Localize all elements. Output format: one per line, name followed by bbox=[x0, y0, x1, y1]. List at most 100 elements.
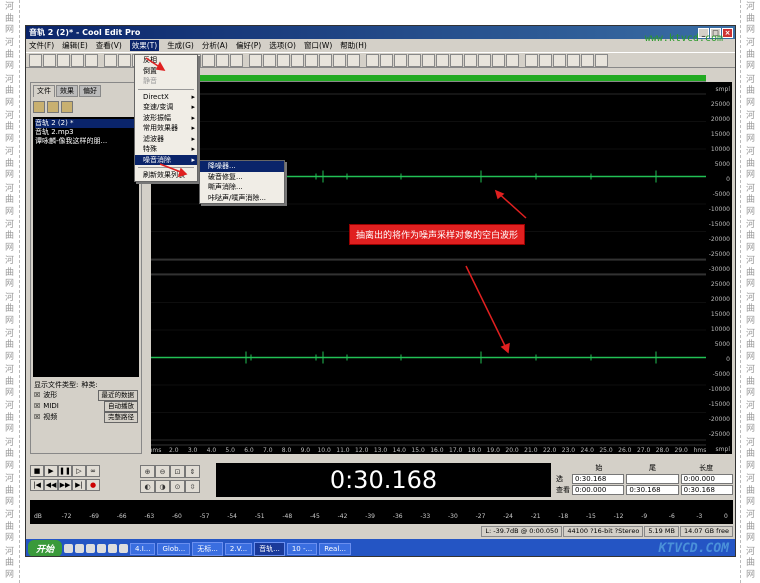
toolbar-icon[interactable] bbox=[57, 53, 70, 67]
toolbar-icon[interactable] bbox=[581, 53, 594, 67]
sel-end-field[interactable] bbox=[626, 474, 679, 484]
toolbar-icon[interactable] bbox=[29, 53, 42, 67]
taskbar-task[interactable]: 4.I... bbox=[130, 542, 156, 555]
noise-item[interactable]: 破音修复... bbox=[200, 172, 284, 183]
zoom-vertical-icon[interactable]: ⇕ bbox=[185, 465, 200, 478]
toolbar-icon[interactable] bbox=[291, 53, 304, 67]
toolbar-icon[interactable] bbox=[464, 53, 477, 67]
toolbar-icon[interactable] bbox=[347, 53, 360, 67]
toolbar-icon[interactable] bbox=[202, 53, 215, 67]
effects-item[interactable]: 噪音消除 ▸ bbox=[135, 154, 197, 165]
view-begin-field[interactable]: 0:00.000 bbox=[572, 485, 625, 495]
toolbar-icon[interactable] bbox=[595, 53, 608, 67]
taskbar-task[interactable]: 无标... bbox=[192, 541, 223, 556]
toolbar-icon[interactable] bbox=[85, 53, 98, 67]
go-start-icon[interactable]: |◀ bbox=[30, 479, 44, 491]
noise-item[interactable]: 嘶声消除... bbox=[200, 182, 284, 193]
toolbar-icon[interactable] bbox=[478, 53, 491, 67]
toolbar-icon[interactable] bbox=[506, 53, 519, 67]
taskbar-task[interactable]: Real... bbox=[319, 542, 351, 555]
toolbar-icon[interactable] bbox=[525, 53, 538, 67]
menu-2[interactable]: 查看(V) bbox=[96, 40, 122, 51]
close-button[interactable]: × bbox=[722, 27, 733, 38]
quicklaunch-icon[interactable] bbox=[119, 544, 129, 553]
effects-item[interactable]: 常用效果器 ▸ bbox=[135, 123, 197, 134]
menu-1[interactable]: 编辑(E) bbox=[62, 40, 88, 51]
effects-item[interactable]: 刷新效果列表 bbox=[135, 170, 197, 181]
toolbar-icon[interactable] bbox=[366, 53, 379, 67]
play-to-end-icon[interactable]: ▷ bbox=[72, 465, 86, 477]
effects-item[interactable]: 变速/变调 ▸ bbox=[135, 102, 197, 113]
view-end-field[interactable]: 0:30.168 bbox=[626, 485, 679, 495]
full-path-button[interactable]: 完整路径 bbox=[104, 412, 138, 423]
toolbar-icon[interactable] bbox=[305, 53, 318, 67]
file-item[interactable]: 音轨 2.mp3 bbox=[35, 128, 137, 137]
sort-select[interactable]: 最近的数据 bbox=[97, 390, 138, 401]
toolbar-icon[interactable] bbox=[118, 53, 131, 67]
toolbar-icon[interactable] bbox=[277, 53, 290, 67]
toolbar-icon[interactable] bbox=[553, 53, 566, 67]
toolbar-icon[interactable] bbox=[539, 53, 552, 67]
effects-item[interactable]: 特殊 ▸ bbox=[135, 144, 197, 155]
zoom-left-icon[interactable]: ◐ bbox=[140, 480, 155, 493]
open-file-icon[interactable] bbox=[33, 101, 45, 113]
menu-6[interactable]: 偏好(P) bbox=[236, 40, 261, 51]
effects-item[interactable]: 波形振幅 ▸ bbox=[135, 113, 197, 124]
go-end-icon[interactable]: ▶| bbox=[72, 479, 86, 491]
menu-8[interactable]: 窗口(W) bbox=[304, 40, 332, 51]
waveform-display[interactable]: hms 2.0 3.0 4.0 5.0 6.0 7.0 8.0 9.0 10.0 11.0 12.0 1… bbox=[149, 82, 706, 454]
record-icon[interactable]: ● bbox=[86, 479, 100, 491]
menu-4[interactable]: 生成(G) bbox=[167, 40, 194, 51]
close-file-icon[interactable] bbox=[47, 101, 59, 113]
toolbar-icon[interactable] bbox=[319, 53, 332, 67]
file-item[interactable]: 谭咏麟-像我这样的朋... bbox=[35, 137, 137, 146]
loop-icon[interactable]: ∞ bbox=[86, 465, 100, 477]
checkbox-icon[interactable]: ☒ bbox=[34, 413, 40, 422]
checkbox-icon[interactable]: ☒ bbox=[34, 402, 40, 411]
pause-icon[interactable]: ❚❚ bbox=[58, 465, 72, 477]
toolbar-icon[interactable] bbox=[394, 53, 407, 67]
toolbar-icon[interactable] bbox=[71, 53, 84, 67]
toolbar-icon[interactable] bbox=[43, 53, 56, 67]
menu-7[interactable]: 选项(O) bbox=[269, 40, 296, 51]
taskbar-task[interactable]: 音轨... bbox=[254, 541, 285, 556]
quicklaunch-icon[interactable] bbox=[108, 544, 118, 553]
tab-effects[interactable]: 效果 bbox=[56, 85, 78, 97]
taskbar-task[interactable]: 2.V... bbox=[224, 542, 253, 555]
effects-item[interactable]: 滤波器 ▸ bbox=[135, 134, 197, 145]
toolbar-icon[interactable] bbox=[230, 53, 243, 67]
effects-item[interactable]: 倒置 bbox=[135, 66, 197, 77]
zoom-out-icon[interactable]: ⊖ bbox=[155, 465, 170, 478]
effects-item[interactable]: 反相 bbox=[135, 55, 197, 66]
tab-favorites[interactable]: 偏好 bbox=[79, 85, 101, 97]
toolbar-icon[interactable] bbox=[408, 53, 421, 67]
quicklaunch-icon[interactable] bbox=[86, 544, 96, 553]
toolbar-icon[interactable] bbox=[422, 53, 435, 67]
toolbar-icon[interactable] bbox=[104, 53, 117, 67]
effects-item[interactable]: 静音 bbox=[135, 76, 197, 87]
toolbar-icon[interactable] bbox=[216, 53, 229, 67]
play-icon[interactable]: ▶ bbox=[44, 465, 58, 477]
menu-0[interactable]: 文件(F) bbox=[29, 40, 54, 51]
toolbar-icon[interactable] bbox=[567, 53, 580, 67]
effects-item[interactable]: DirectX ▸ bbox=[135, 92, 197, 103]
menu-5[interactable]: 分析(A) bbox=[202, 40, 228, 51]
view-length-field[interactable]: 0:30.168 bbox=[680, 485, 733, 495]
insert-icon[interactable] bbox=[61, 101, 73, 113]
toolbar-icon[interactable] bbox=[263, 53, 276, 67]
sel-length-field[interactable]: 0:00.000 bbox=[680, 474, 733, 484]
noise-item[interactable]: 咔哒声/噗声消除... bbox=[200, 193, 284, 204]
sel-begin-field[interactable]: 0:30.168 bbox=[572, 474, 625, 484]
taskbar-task[interactable]: 10 -... bbox=[286, 542, 318, 555]
rewind-icon[interactable]: ◀◀ bbox=[44, 479, 58, 491]
menu-9[interactable]: 帮助(H) bbox=[340, 40, 367, 51]
toolbar-icon[interactable] bbox=[450, 53, 463, 67]
tab-files[interactable]: 文件 bbox=[33, 85, 55, 97]
zoom-sel-icon[interactable]: ⊙ bbox=[170, 480, 185, 493]
auto-play-button[interactable]: 自动播放 bbox=[104, 401, 138, 412]
overview-bar[interactable] bbox=[151, 75, 706, 82]
stop-icon[interactable]: ■ bbox=[30, 465, 44, 477]
quicklaunch-icon[interactable] bbox=[75, 544, 85, 553]
file-item[interactable]: 音轨 2 (2) * bbox=[35, 119, 137, 128]
taskbar-task[interactable]: Glob... bbox=[157, 542, 191, 555]
